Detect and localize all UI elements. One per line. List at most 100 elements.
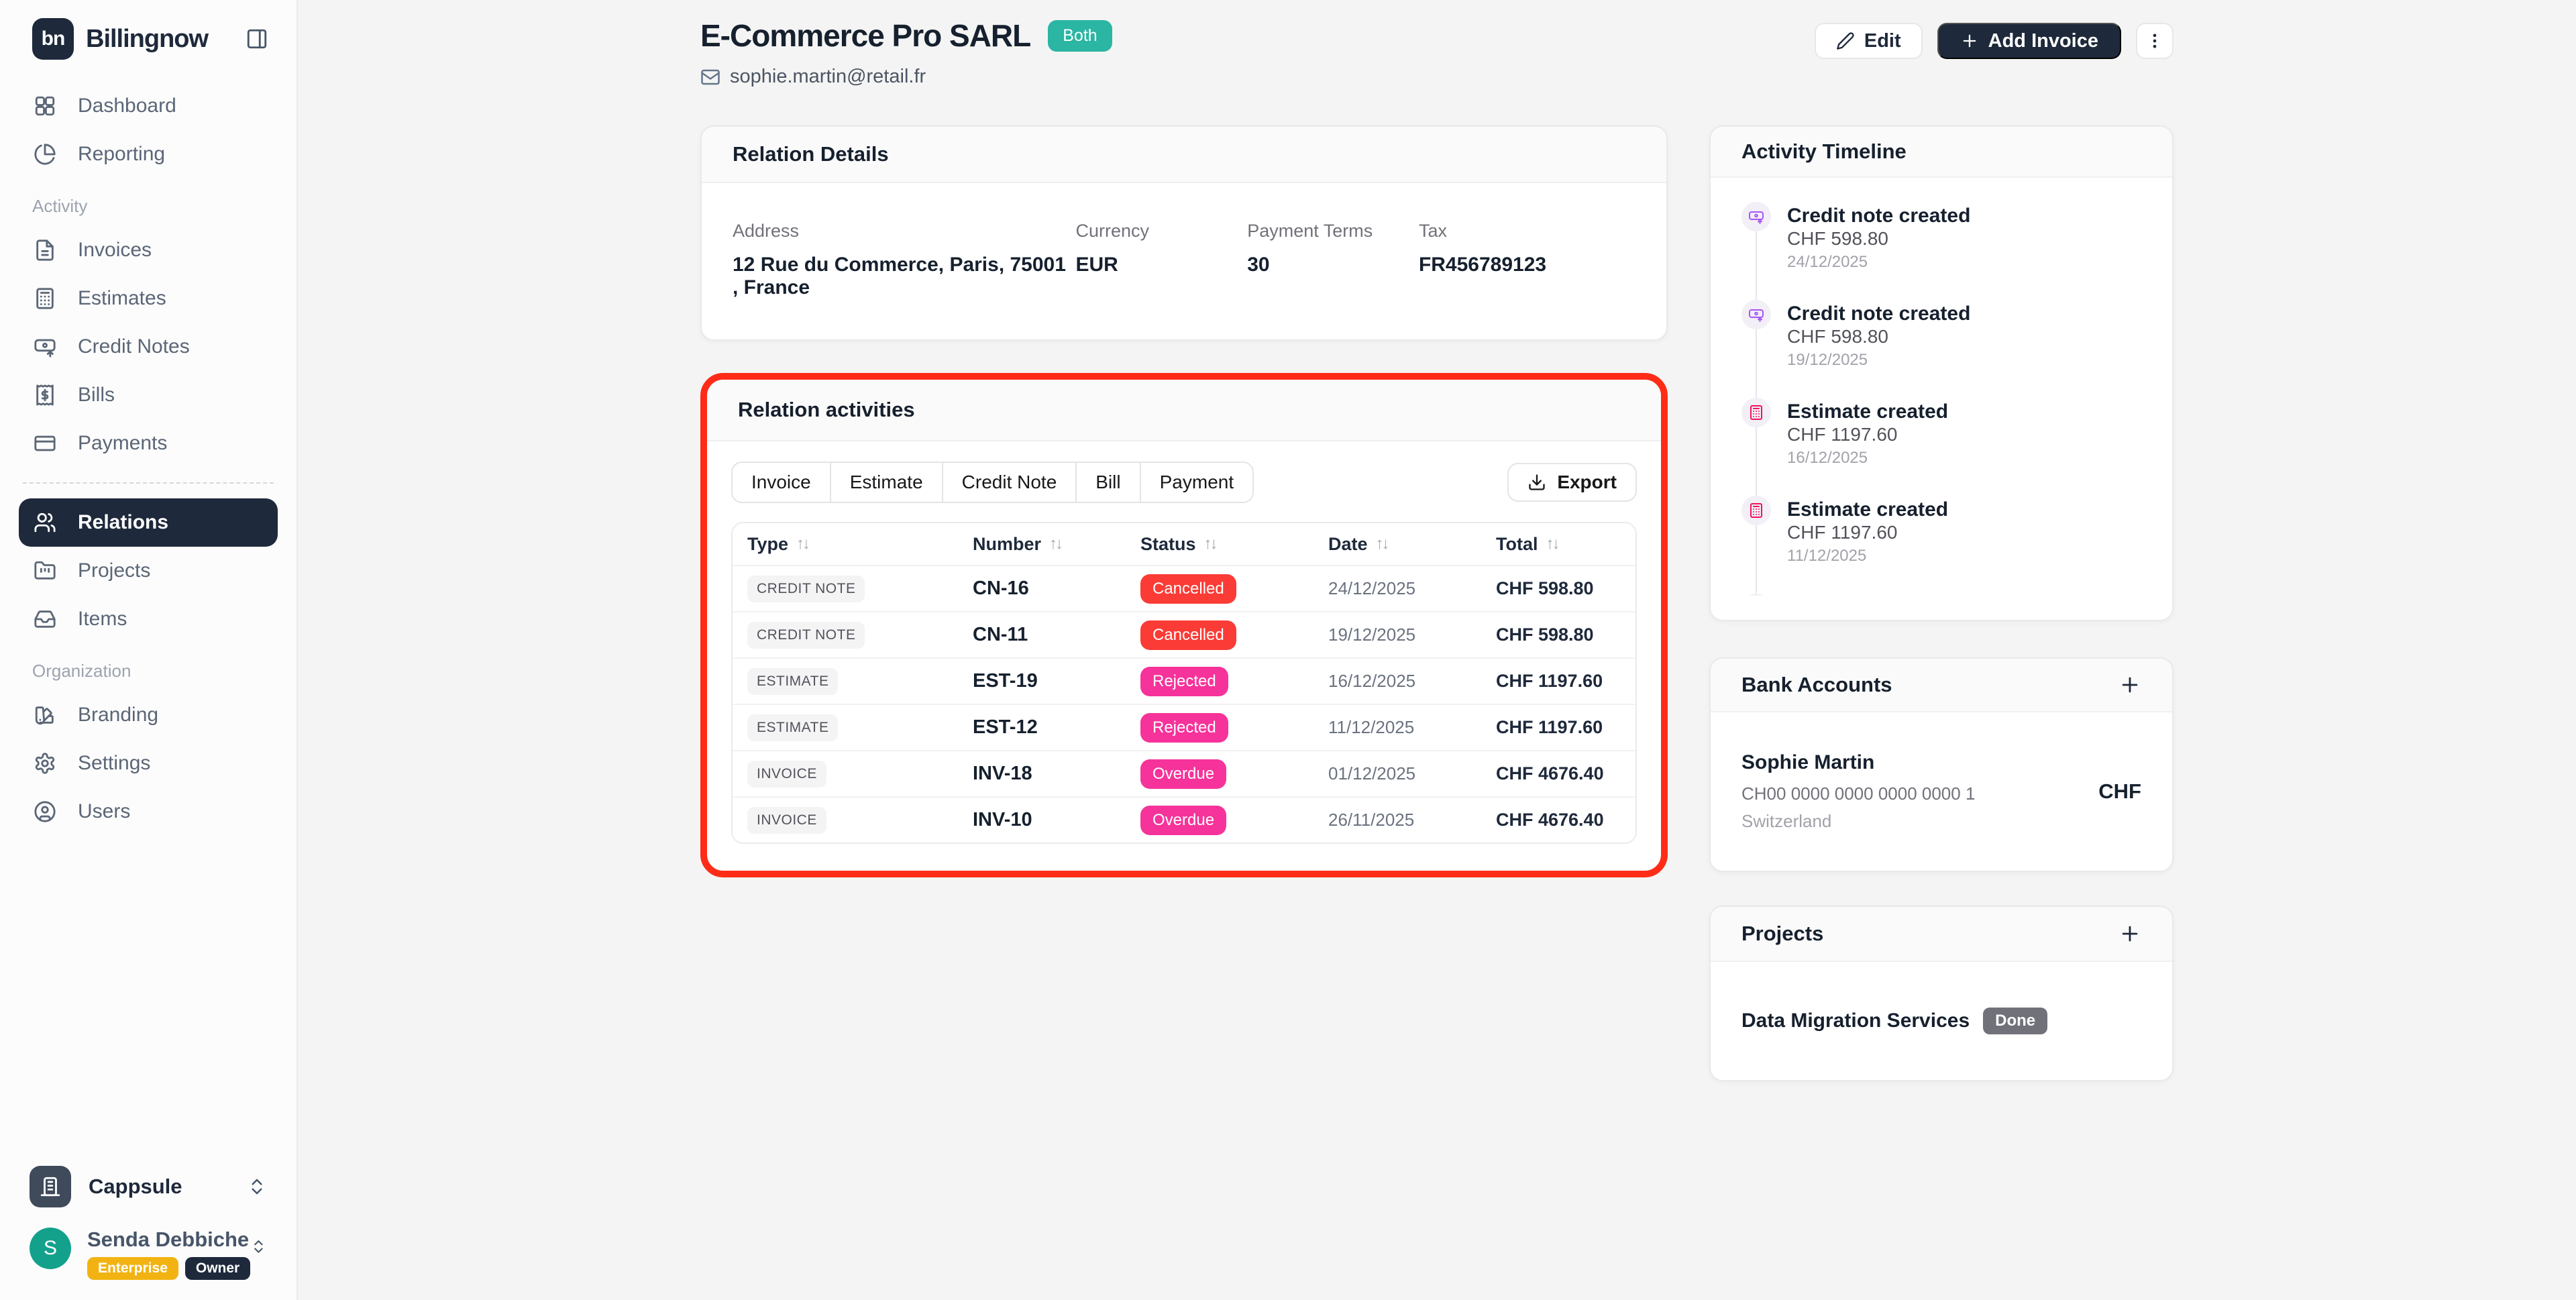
export-button[interactable]: Export: [1507, 463, 1637, 502]
edit-button[interactable]: Edit: [1815, 23, 1923, 59]
document-total: CHF 598.80: [1496, 625, 1621, 645]
credit-note-icon: [34, 335, 56, 358]
receipt-icon: [34, 384, 56, 407]
projects-title: Projects: [1741, 922, 1823, 946]
timeline-item-date: 24/12/2025: [1787, 253, 2141, 272]
page-header: E-Commerce Pro SARL Both sophie.martin@r…: [700, 17, 2174, 88]
brand-name: Billingnow: [86, 25, 246, 54]
status-badge: Overdue: [1140, 806, 1226, 835]
sort-icon[interactable]: ↑↓: [1546, 535, 1558, 553]
workspace-switcher[interactable]: Cappsule: [19, 1166, 278, 1207]
brand-logo-row: bn Billingnow: [19, 17, 278, 60]
sidebar-item-label: Relations: [78, 511, 168, 534]
sort-icon[interactable]: ↑↓: [796, 535, 808, 553]
nav-divider: [23, 482, 274, 484]
tab-estimate[interactable]: Estimate: [831, 463, 943, 502]
document-number: INV-10: [973, 809, 1140, 831]
sort-icon[interactable]: ↑↓: [1049, 535, 1061, 553]
tab-bill[interactable]: Bill: [1077, 463, 1140, 502]
tab-invoice[interactable]: Invoice: [733, 463, 831, 502]
activity-timeline-card: Activity Timeline Credit note created CH…: [1709, 125, 2174, 621]
credit-card-icon: [34, 432, 56, 455]
document-number: CN-11: [973, 624, 1140, 646]
detail-value: 30: [1247, 254, 1419, 276]
bank-account-row[interactable]: Sophie Martin CH00 0000 0000 0000 0000 1…: [1711, 712, 2172, 871]
pie-chart-icon: [34, 143, 56, 166]
sidebar-item-relations[interactable]: Relations: [19, 498, 278, 547]
sidebar-item-items[interactable]: Items: [19, 595, 278, 643]
status-badge: Rejected: [1140, 713, 1228, 743]
timeline-item-date: 11/12/2025: [1787, 547, 2141, 565]
sidebar-item-estimates[interactable]: Estimates: [19, 274, 278, 323]
role-badge: Owner: [185, 1257, 250, 1280]
brand-logo: bn: [32, 18, 74, 60]
user-name: Senda Debbiche: [87, 1228, 250, 1252]
sidebar-item-reporting[interactable]: Reporting: [19, 130, 278, 178]
calculator-icon: [34, 287, 56, 310]
table-header-row: Type↑↓Number↑↓Status↑↓Date↑↓Total↑↓: [733, 523, 1635, 565]
sidebar: bn Billingnow DashboardReportingActivity…: [0, 0, 298, 1300]
download-icon: [1527, 473, 1546, 492]
table-row-cn-16[interactable]: CREDIT NOTE CN-16 Cancelled 24/12/2025 C…: [733, 565, 1635, 611]
document-number: CN-16: [973, 578, 1140, 600]
sidebar-item-projects[interactable]: Projects: [19, 547, 278, 595]
document-total: CHF 598.80: [1496, 578, 1621, 599]
table-row-inv-10[interactable]: INVOICE INV-10 Overdue 26/11/2025 CHF 46…: [733, 796, 1635, 843]
document-number: INV-18: [973, 763, 1140, 785]
project-row[interactable]: Data Migration Services Done: [1741, 1008, 2141, 1034]
add-project-button[interactable]: [2118, 922, 2141, 945]
status-badge: Cancelled: [1140, 620, 1236, 650]
timeline-item: Estimate created CHF 1197.60 16/12/2025: [1741, 400, 2141, 468]
sidebar-item-label: Invoices: [78, 239, 152, 262]
sidebar-item-dashboard[interactable]: Dashboard: [19, 82, 278, 130]
detail-field-tax: Tax FR456789123: [1419, 221, 1635, 299]
sidebar-item-credit-notes[interactable]: Credit Notes: [19, 323, 278, 371]
sidebar-item-users[interactable]: Users: [19, 788, 278, 836]
sidebar-item-bills[interactable]: Bills: [19, 371, 278, 419]
calculator-icon: [1748, 502, 1764, 519]
column-header-status: Status↑↓: [1140, 534, 1328, 555]
status-badge: Cancelled: [1140, 574, 1236, 604]
document-number: EST-12: [973, 716, 1140, 739]
sort-icon[interactable]: ↑↓: [1204, 535, 1216, 553]
table-row-inv-18[interactable]: INVOICE INV-18 Overdue 01/12/2025 CHF 46…: [733, 750, 1635, 796]
column-header-type: Type↑↓: [747, 534, 973, 555]
sort-icon[interactable]: ↑↓: [1376, 535, 1388, 553]
sidebar-collapse-icon[interactable]: [246, 28, 268, 50]
kebab-menu-icon: [2145, 32, 2164, 50]
timeline-item: Credit note created CHF 598.80 24/12/202…: [1741, 205, 2141, 272]
detail-value: 12 Rue du Commerce, Paris, 75001 , Franc…: [733, 254, 1075, 299]
detail-label: Address: [733, 221, 1075, 241]
table-row-est-19[interactable]: ESTIMATE EST-19 Rejected 16/12/2025 CHF …: [733, 657, 1635, 704]
sidebar-item-branding[interactable]: Branding: [19, 691, 278, 739]
table-row-cn-11[interactable]: CREDIT NOTE CN-11 Cancelled 19/12/2025 C…: [733, 611, 1635, 657]
user-meta: Senda Debbiche Enterprise Owner: [87, 1228, 250, 1280]
sidebar-bottom: Cappsule S Senda Debbiche Enterprise Own…: [19, 1166, 278, 1280]
add-bank-account-button[interactable]: [2118, 673, 2141, 696]
plus-icon: [1960, 32, 1979, 50]
file-text-icon: [34, 239, 56, 262]
document-date: 24/12/2025: [1328, 578, 1496, 599]
credit-note-icon: [1748, 209, 1764, 225]
more-actions-button[interactable]: [2136, 23, 2174, 59]
sidebar-item-payments[interactable]: Payments: [19, 419, 278, 468]
sidebar-item-invoices[interactable]: Invoices: [19, 226, 278, 274]
detail-field-currency: Currency EUR: [1075, 221, 1247, 299]
timeline-item-amount: CHF 598.80: [1787, 227, 2141, 250]
table-row-est-12[interactable]: ESTIMATE EST-12 Rejected 11/12/2025 CHF …: [733, 704, 1635, 750]
chevrons-up-down-icon: [250, 1238, 267, 1258]
user-menu[interactable]: S Senda Debbiche Enterprise Owner: [19, 1228, 278, 1280]
add-invoice-button[interactable]: Add Invoice: [1937, 23, 2121, 59]
sidebar-item-settings[interactable]: Settings: [19, 739, 278, 788]
tab-credit-note[interactable]: Credit Note: [943, 463, 1077, 502]
timeline-item-title: Estimate created: [1787, 498, 2141, 521]
detail-value: FR456789123: [1419, 254, 1635, 276]
tab-payment[interactable]: Payment: [1141, 463, 1253, 502]
sidebar-item-label: Reporting: [78, 143, 165, 166]
sidebar-item-label: Dashboard: [78, 95, 176, 117]
sidebar-item-label: Projects: [78, 559, 150, 582]
document-total: CHF 4676.40: [1496, 763, 1621, 784]
avatar: S: [30, 1228, 71, 1269]
bank-account-holder: Sophie Martin: [1741, 751, 1975, 774]
gear-icon: [34, 752, 56, 775]
